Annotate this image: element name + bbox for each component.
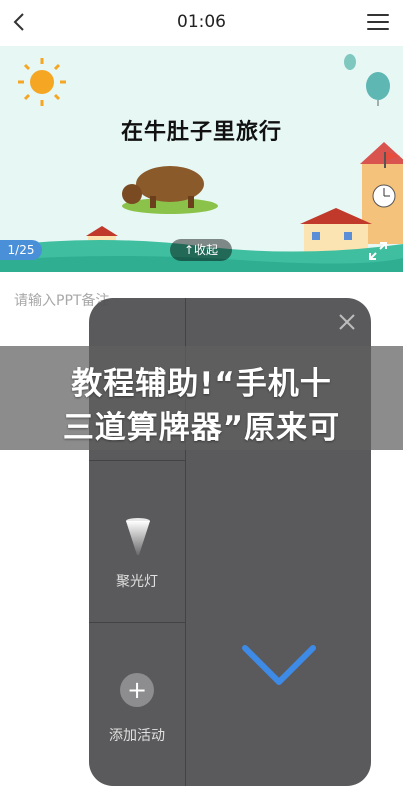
house-right: [300, 208, 372, 254]
fullscreen-icon[interactable]: [367, 240, 389, 262]
add-icon: +: [120, 673, 154, 707]
banner-line-2: 三道算牌器”原来可: [62, 410, 341, 446]
tool-add-activity[interactable]: + 添加活动: [89, 622, 185, 786]
promo-banner: 教程辅助!“手机十 三道算牌器”原来可: [0, 346, 403, 450]
close-icon[interactable]: [337, 312, 357, 332]
banner-line-1: 教程辅助!“手机十: [71, 366, 332, 402]
collapse-button[interactable]: ↑收起: [170, 239, 232, 261]
balloon-icon: [344, 54, 390, 106]
chevron-down-icon[interactable]: [239, 640, 319, 690]
cow-illustration: [122, 166, 218, 214]
top-bar: 01:06: [0, 0, 403, 46]
menu-icon[interactable]: [367, 14, 389, 32]
spotlight-label: 聚光灯: [116, 574, 158, 590]
add-activity-label: 添加活动: [109, 728, 165, 744]
header-time: 01:06: [177, 12, 226, 32]
slide-title: 在牛肚子里旅行: [120, 120, 282, 145]
slide-counter: 1/25: [0, 240, 42, 260]
tool-spotlight[interactable]: 聚光灯: [89, 460, 185, 623]
spotlight-icon: [126, 518, 150, 555]
slide-preview[interactable]: 在牛肚子里旅行 1/25 ↑收起: [0, 46, 403, 272]
sun-icon: [18, 58, 66, 106]
